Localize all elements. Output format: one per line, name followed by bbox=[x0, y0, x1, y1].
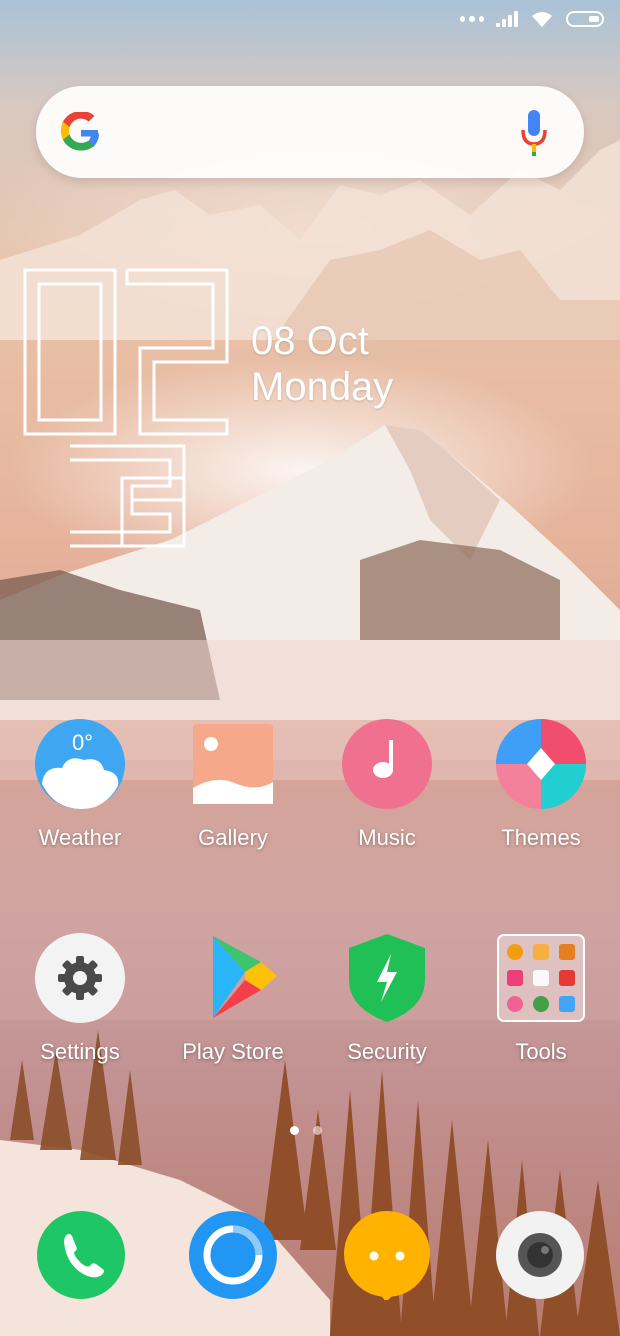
google-g-icon bbox=[60, 112, 100, 151]
themes-icon bbox=[495, 718, 587, 810]
app-tools-folder[interactable]: Tools bbox=[476, 932, 606, 1064]
camera-icon[interactable] bbox=[495, 1210, 585, 1300]
app-play-store[interactable]: Play Store bbox=[168, 932, 298, 1064]
tools-folder-icon bbox=[495, 932, 587, 1024]
signal-dots-icon bbox=[460, 16, 484, 22]
phone-icon[interactable] bbox=[36, 1210, 126, 1300]
app-label: Themes bbox=[501, 825, 581, 850]
page-dot-1[interactable] bbox=[290, 1126, 299, 1135]
date-weekday: Monday bbox=[251, 365, 394, 409]
settings-icon bbox=[34, 932, 126, 1024]
weather-icon: 0° bbox=[34, 718, 126, 810]
status-bar bbox=[460, 10, 604, 28]
app-label: Settings bbox=[40, 1039, 120, 1064]
app-themes[interactable]: Themes bbox=[476, 718, 606, 850]
messaging-icon[interactable] bbox=[342, 1210, 432, 1300]
app-label: Play Store bbox=[182, 1039, 284, 1064]
clock-digits bbox=[23, 268, 229, 548]
google-search-bar[interactable] bbox=[36, 86, 584, 178]
gallery-icon bbox=[187, 718, 279, 810]
play-store-icon bbox=[187, 932, 279, 1024]
app-label: Tools bbox=[515, 1039, 567, 1064]
page-indicator bbox=[290, 1126, 322, 1135]
wifi-icon bbox=[532, 12, 552, 27]
browser-icon[interactable] bbox=[188, 1210, 278, 1300]
music-icon bbox=[341, 718, 433, 810]
date-widget[interactable]: 08 Oct Monday bbox=[251, 318, 393, 410]
app-label: Security bbox=[347, 1039, 427, 1064]
date-day-month: 08 Oct bbox=[251, 319, 369, 363]
battery-icon bbox=[566, 11, 604, 27]
app-security[interactable]: Security bbox=[322, 932, 452, 1064]
app-weather[interactable]: 0° Weather bbox=[15, 718, 145, 850]
app-label: Music bbox=[358, 825, 416, 850]
app-gallery[interactable]: Gallery bbox=[168, 718, 298, 850]
microphone-icon[interactable] bbox=[518, 108, 550, 158]
app-settings[interactable]: Settings bbox=[15, 932, 145, 1064]
security-icon bbox=[341, 932, 433, 1024]
cellular-signal-icon bbox=[496, 11, 518, 27]
clock-widget[interactable]: 02 36 bbox=[22, 266, 232, 556]
weather-temperature: 0° bbox=[72, 730, 94, 755]
app-music[interactable]: Music bbox=[322, 718, 452, 850]
app-label: Weather bbox=[38, 825, 122, 850]
app-label: Gallery bbox=[198, 825, 268, 850]
page-dot-2[interactable] bbox=[313, 1126, 322, 1135]
wallpaper bbox=[0, 140, 620, 1336]
